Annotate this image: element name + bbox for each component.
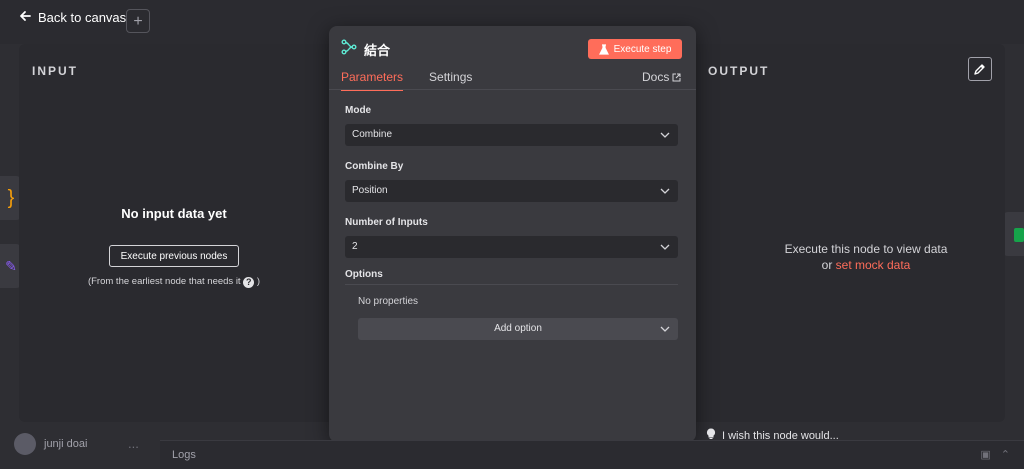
add-option-label: Add option — [494, 323, 542, 334]
back-to-canvas-label: Back to canvas — [38, 10, 127, 25]
combine-by-label: Combine By — [345, 161, 404, 172]
chevron-down-icon — [660, 244, 670, 250]
node-tabs: Parameters Settings — [341, 70, 472, 91]
no-input-message: No input data yet — [121, 206, 227, 221]
output-empty-message: Execute this node to view data or set mo… — [736, 241, 996, 273]
output-message-line: Execute this node to view data — [784, 242, 948, 256]
pencil-icon — [974, 64, 985, 75]
tab-parameters[interactable]: Parameters — [341, 70, 404, 91]
tab-settings[interactable]: Settings — [429, 70, 472, 91]
user-name: junji doai — [44, 438, 88, 450]
earliest-node-hint-close: ) — [256, 276, 261, 287]
execute-step-label: Execute step — [613, 43, 672, 55]
chevron-down-icon — [660, 132, 670, 138]
mode-value: Combine — [352, 129, 393, 140]
earliest-node-hint: (From the earliest node that needs it ? … — [19, 276, 329, 288]
add-node-button[interactable]: + — [126, 9, 150, 33]
back-arrow-icon — [18, 9, 32, 26]
external-link-icon — [672, 73, 681, 81]
input-panel-title: INPUT — [32, 64, 78, 78]
node-header: 結合 — [341, 39, 390, 60]
output-panel-title: OUTPUT — [708, 64, 770, 78]
execute-step-button[interactable]: Execute step — [588, 39, 682, 59]
help-icon[interactable]: ? — [243, 277, 255, 288]
execute-previous-nodes-button[interactable]: Execute previous nodes — [109, 245, 239, 267]
add-option-button[interactable]: Add option — [358, 318, 678, 340]
number-of-inputs-value: 2 — [352, 241, 358, 252]
edit-output-button[interactable] — [968, 57, 992, 81]
node-title[interactable]: 結合 — [364, 40, 390, 59]
node-settings-modal: 結合 Execute step Parameters Settings Docs… — [329, 26, 696, 442]
no-properties-text: No properties — [358, 296, 419, 307]
number-of-inputs-select[interactable]: 2 — [345, 236, 678, 258]
docs-label: Docs — [642, 70, 670, 84]
chevron-down-icon — [660, 188, 670, 194]
logs-controls: ▣ ⌃ — [980, 448, 1010, 461]
mode-label: Mode — [345, 105, 372, 116]
number-of-inputs-label: Number of Inputs — [345, 217, 428, 228]
set-mock-data-link[interactable]: set mock data — [836, 258, 911, 272]
chevron-down-icon — [660, 326, 670, 332]
logs-label: Logs — [172, 449, 196, 461]
input-panel: INPUT No input data yet Execute previous… — [19, 44, 349, 422]
chevron-up-icon[interactable]: ⌃ — [1001, 448, 1010, 461]
flask-icon — [598, 43, 609, 55]
output-message-or: or — [821, 258, 833, 272]
output-panel: OUTPUT Execute this node to view data or… — [676, 44, 1005, 422]
back-to-canvas-link[interactable]: Back to canvas — [18, 9, 126, 26]
merge-icon — [341, 39, 357, 60]
user-profile[interactable]: junji doai — [14, 433, 87, 455]
docs-link[interactable]: Docs — [642, 70, 681, 84]
avatar — [14, 433, 36, 455]
combine-by-value: Position — [352, 185, 388, 196]
options-divider — [345, 284, 678, 285]
user-menu-button[interactable]: ... — [128, 436, 139, 451]
options-label: Options — [345, 269, 383, 280]
tabs-divider — [329, 89, 696, 90]
earliest-node-hint-text: (From the earliest node that needs it — [87, 276, 241, 287]
logs-bar[interactable] — [160, 440, 1024, 469]
combine-by-select[interactable]: Position — [345, 180, 678, 202]
sheets-node-icon[interactable] — [1002, 212, 1024, 256]
pop-out-icon[interactable]: ▣ — [980, 448, 990, 461]
mode-select[interactable]: Combine — [345, 124, 678, 146]
